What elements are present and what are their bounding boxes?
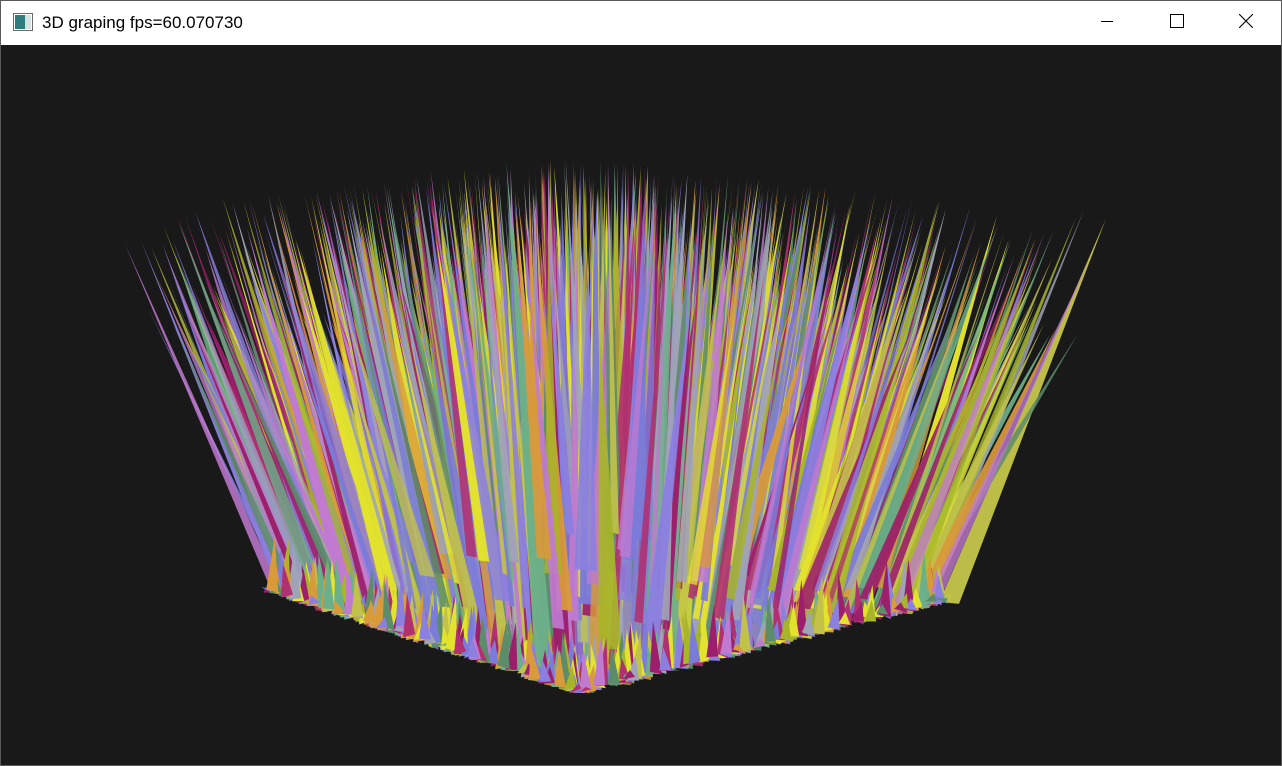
- 3d-surface-graph: [124, 158, 1106, 694]
- close-icon: [1238, 13, 1254, 33]
- window-title: 3D graping fps=60.070730: [42, 13, 243, 32]
- surface-spikes: [124, 158, 1106, 694]
- title-bar[interactable]: 3D graping fps=60.070730: [1, 1, 1281, 45]
- minimize-button[interactable]: [1072, 1, 1142, 45]
- close-button[interactable]: [1211, 1, 1281, 45]
- minimize-icon: [1101, 14, 1113, 32]
- app-window-icon[interactable]: [13, 13, 33, 31]
- maximize-button[interactable]: [1142, 1, 1212, 45]
- app-window: 3D graping fps=60.070730: [0, 0, 1282, 766]
- maximize-icon: [1170, 13, 1184, 33]
- render-viewport[interactable]: [1, 45, 1281, 765]
